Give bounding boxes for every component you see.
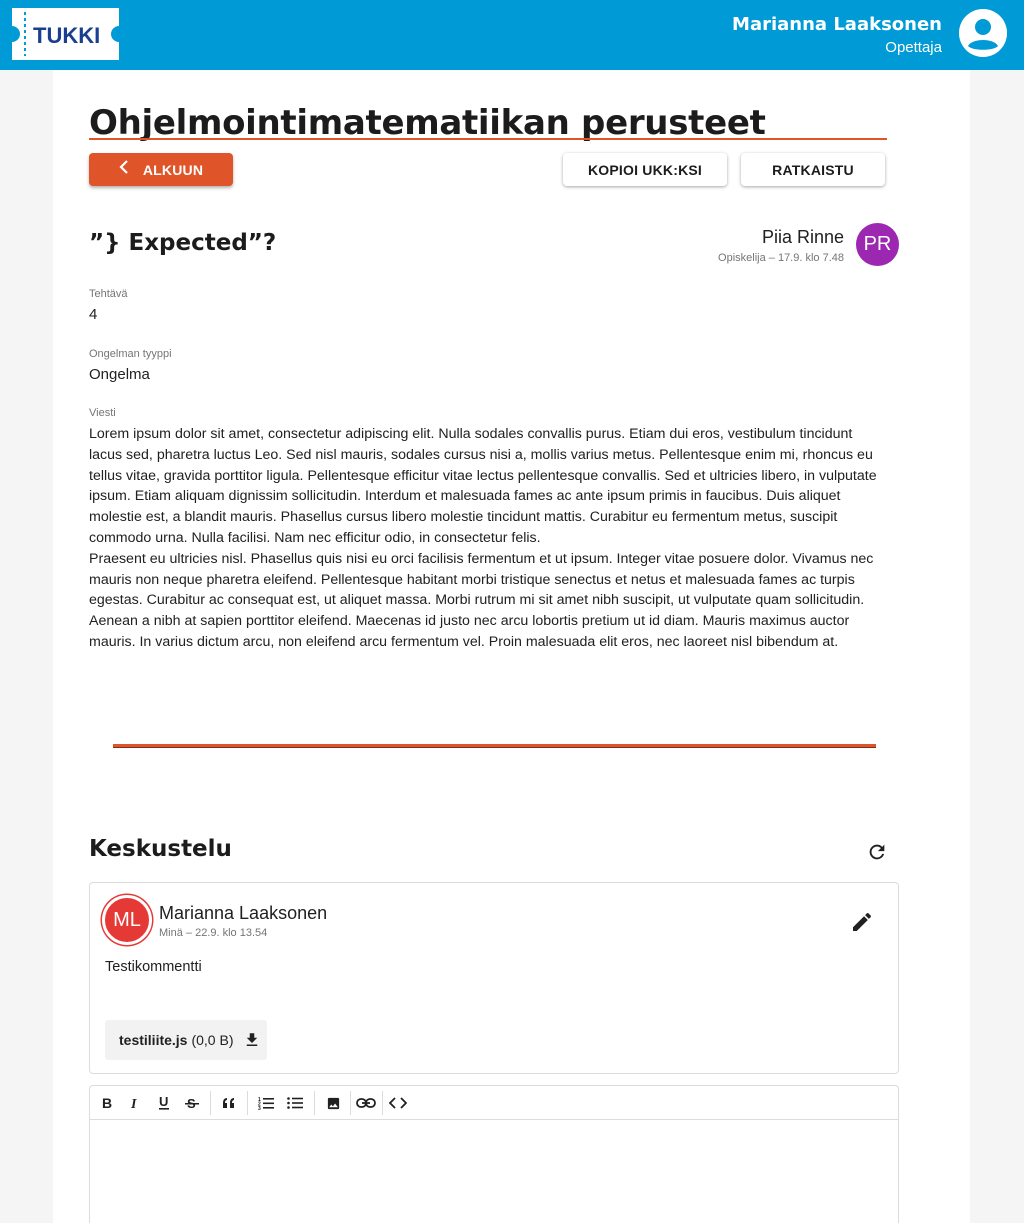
discussion-title: Keskustelu xyxy=(89,836,232,862)
question-author-avatar: PR xyxy=(856,223,899,266)
editor-toolbar: B I U S 123 xyxy=(90,1086,898,1120)
quote-icon[interactable] xyxy=(218,1092,240,1114)
logo-text: TUKKI xyxy=(33,23,100,48)
message-paragraph: Praesent eu ultricies nisl. Phasellus qu… xyxy=(89,550,874,650)
comment-author-name: Marianna Laaksonen xyxy=(159,903,328,923)
comment-text: Testikommentti xyxy=(105,959,202,975)
app-bar: TUKKI Marianna Laaksonen Opettaja xyxy=(0,0,1024,70)
message-paragraph: Lorem ipsum dolor sit amet, consectetur … xyxy=(89,426,877,546)
download-icon xyxy=(247,1033,258,1046)
attachment-size: (0,0 B) xyxy=(191,1032,234,1048)
question-title: ”} Expected”? xyxy=(89,230,277,256)
current-user-role: Opettaja xyxy=(885,39,942,56)
svg-text:U: U xyxy=(159,1095,168,1109)
ordered-list-icon[interactable]: 123 xyxy=(255,1092,277,1114)
toolbar-divider xyxy=(350,1091,351,1115)
question-author-name: Piia Rinne xyxy=(761,227,844,247)
refresh-icon[interactable] xyxy=(866,841,888,863)
task-value: 4 xyxy=(89,306,98,323)
italic-icon[interactable]: I xyxy=(124,1092,146,1114)
edit-icon[interactable] xyxy=(850,910,874,934)
comment-card: ML Marianna Laaksonen Minä – 22.9. klo 1… xyxy=(89,882,899,1074)
comment-editor[interactable]: B I U S 123 xyxy=(89,1085,899,1223)
svg-text:3: 3 xyxy=(258,1106,261,1110)
message-body: Lorem ipsum dolor sit amet, consectetur … xyxy=(89,424,889,653)
comment-author-avatar: ML xyxy=(102,895,152,945)
mark-solved-label: RATKAISTU xyxy=(772,161,854,178)
chevron-left-icon xyxy=(119,160,129,179)
current-user-name: Marianna Laaksonen xyxy=(732,14,942,35)
account-icon[interactable] xyxy=(959,9,1007,57)
problem-type-value: Ongelma xyxy=(89,366,150,383)
attachment-name: testiliite.js xyxy=(119,1032,188,1048)
task-label: Tehtävä xyxy=(89,288,128,300)
question-author: Piia Rinne Opiskelija – 17.9. klo 7.48 xyxy=(718,226,844,264)
toolbar-divider xyxy=(382,1091,383,1115)
svg-text:B: B xyxy=(102,1096,112,1110)
back-to-start-button[interactable]: ALKUUN xyxy=(89,153,233,186)
message-label: Viesti xyxy=(89,407,116,419)
toolbar-divider xyxy=(210,1091,211,1115)
tukki-logo[interactable]: TUKKI xyxy=(12,8,119,60)
title-divider xyxy=(89,138,887,140)
bold-icon[interactable]: B xyxy=(96,1092,118,1114)
image-icon[interactable] xyxy=(322,1092,344,1114)
svg-text:I: I xyxy=(130,1097,137,1110)
link-icon[interactable] xyxy=(355,1092,377,1114)
question-author-meta: Opiskelija – 17.9. klo 7.48 xyxy=(718,252,844,264)
code-icon[interactable] xyxy=(387,1092,409,1114)
copy-to-faq-label: KOPIOI UKK:KSI xyxy=(587,161,703,178)
current-user: Marianna Laaksonen Opettaja xyxy=(732,13,942,58)
problem-type-label: Ongelman tyyppi xyxy=(89,348,172,360)
back-to-start-label: ALKUUN xyxy=(142,161,204,178)
mark-solved-button[interactable]: RATKAISTU xyxy=(741,153,885,186)
bullet-list-icon[interactable] xyxy=(284,1092,306,1114)
toolbar-divider xyxy=(314,1091,315,1115)
underline-icon[interactable]: U xyxy=(153,1092,175,1114)
toolbar-divider xyxy=(247,1091,248,1115)
copy-to-faq-button[interactable]: KOPIOI UKK:KSI xyxy=(563,153,727,186)
strikethrough-icon[interactable]: S xyxy=(181,1092,203,1114)
section-divider xyxy=(113,744,876,748)
comment-meta: Minä – 22.9. klo 13.54 xyxy=(159,927,268,939)
attachment-download[interactable]: testiliite.js (0,0 B) xyxy=(105,1020,267,1060)
